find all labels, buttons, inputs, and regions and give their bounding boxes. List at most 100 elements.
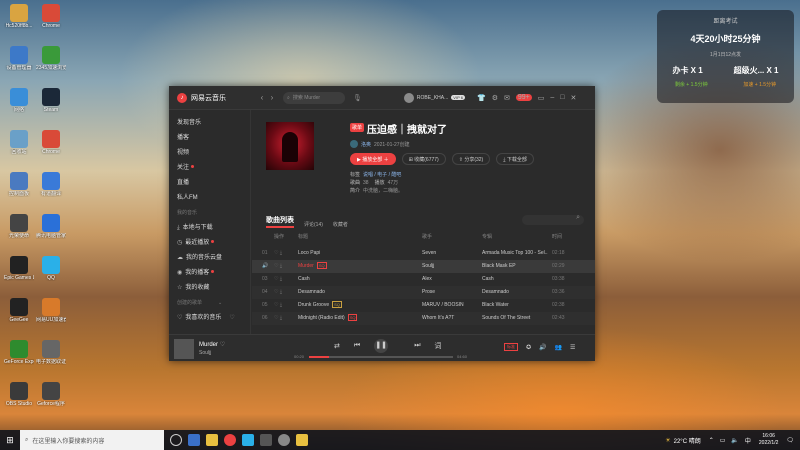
store-icon[interactable] — [242, 434, 254, 446]
folder-icon[interactable] — [296, 434, 308, 446]
col-title[interactable]: 标题 — [298, 233, 394, 240]
playlist-tags[interactable]: 说唱 / 电子 / 酷吧 — [363, 172, 401, 178]
track-title[interactable]: Desamnado — [298, 286, 394, 299]
table-row[interactable]: 06 ♡ ⤓ Midnight (Radio Edit) SQ Whom It's A?… — [252, 312, 595, 325]
desktop-icon[interactable]: GeeGee — [4, 298, 34, 323]
desktop-icon[interactable]: Chrome — [36, 130, 66, 155]
col-artist[interactable]: 歌手 — [422, 233, 478, 240]
desktop-icon[interactable]: Geforce程序 — [36, 382, 66, 407]
play-all-button[interactable]: ▶ 播放全部 ＋ — [350, 153, 396, 165]
sidebar-item-podcast[interactable]: 播客 — [169, 131, 250, 146]
creator-name[interactable]: 洛奥 — [361, 141, 371, 148]
desktop-icon[interactable]: Steam — [36, 88, 66, 113]
mini-mode-icon[interactable]: ▭ — [538, 94, 545, 102]
download-icon[interactable]: ⤓ — [278, 302, 282, 308]
sidebar-item-follow[interactable]: 关注 — [169, 161, 250, 176]
desktop-icon[interactable]: 光荣使命 — [4, 214, 34, 239]
playlist-queue-icon[interactable]: ☰ — [570, 344, 575, 351]
desktop-icon[interactable]: 电子数据取证 — [36, 340, 66, 365]
desktop-icon[interactable]: OBS Studio — [4, 382, 34, 407]
task-manager-icon[interactable] — [188, 434, 200, 446]
track-album[interactable]: Sounds Of The Street — [482, 312, 548, 325]
shuffle-icon[interactable]: ⇄ — [334, 342, 340, 350]
heart-mode-icon[interactable]: ♡ — [229, 315, 234, 321]
track-artist[interactable]: Prose — [422, 286, 478, 299]
close-icon[interactable]: ✕ — [571, 94, 577, 102]
sidebar-item-liked[interactable]: ♡ 我喜欢的音乐 ♡ — [169, 311, 250, 326]
sidebar-item-recent[interactable]: ◷ 最近播放 — [169, 236, 250, 251]
mic-icon[interactable]: 🎙 — [353, 94, 362, 102]
mail-icon[interactable]: ✉ — [504, 94, 510, 102]
desktop-icon[interactable]: 网络 — [4, 88, 34, 113]
table-row[interactable]: 01 ♡ ⤓ Loco Papi Seven Armada Music Top 100 … — [252, 247, 595, 260]
sidebar-item-fm[interactable]: 私人FM — [169, 191, 250, 206]
sidebar-item-local[interactable]: ⤓ 本地与下载 — [169, 221, 250, 236]
playlist-cover[interactable] — [266, 122, 314, 170]
effect-icon[interactable]: ✪ — [526, 344, 531, 351]
progress-bar[interactable] — [309, 356, 453, 358]
table-row[interactable]: 🔊 ♡ ⤓ Murder SQ Souljj Black Mask EP 02:29 — [252, 260, 595, 273]
lyrics-icon[interactable]: 词 — [435, 341, 442, 351]
table-row[interactable]: 04 ♡ ⤓ Desamnado Prose Desamnado 03:36 — [252, 286, 595, 299]
playlist-search-input[interactable]: ⌕ — [522, 214, 584, 225]
track-artist[interactable]: MARUV / BOOSIN — [422, 299, 478, 312]
sidebar-item-discover[interactable]: 发现音乐 — [169, 116, 250, 131]
track-title[interactable]: Cash — [298, 273, 394, 286]
download-all-button[interactable]: ⤓ 下载全部 — [496, 153, 534, 165]
next-icon[interactable]: ⏭ — [414, 342, 420, 350]
sidebar-item-live[interactable]: 直播 — [169, 176, 250, 191]
network-icon[interactable]: ▭ — [720, 437, 726, 444]
minimize-icon[interactable]: – — [550, 94, 554, 101]
like-icon[interactable]: ♡ — [220, 342, 225, 348]
quality-button[interactable]: 标准 — [504, 343, 518, 351]
track-title[interactable]: Loco Papi — [298, 247, 394, 260]
track-artist[interactable]: Alex — [422, 273, 478, 286]
share-button[interactable]: ⇪ 分享(32) — [451, 153, 491, 165]
netease-music-icon[interactable] — [224, 434, 236, 446]
windows-start-icon[interactable]: ⊞ — [0, 435, 20, 446]
desktop-icon[interactable]: Chrome — [36, 4, 66, 29]
previous-icon[interactable]: ⏮ — [354, 342, 360, 350]
shirt-icon[interactable]: 👕 — [477, 94, 486, 102]
steam-icon[interactable] — [260, 434, 272, 446]
track-album[interactable]: Cash — [482, 273, 548, 286]
volume-icon[interactable]: 🔈 — [731, 437, 738, 444]
sidebar-item-my-podcast[interactable]: ◉ 我的播客 — [169, 266, 250, 281]
weather-text[interactable]: 22°C 晴朗 — [674, 436, 701, 445]
back-icon[interactable]: ‹ — [257, 93, 267, 102]
track-album[interactable]: Desamnado — [482, 286, 548, 299]
desktop-icon[interactable]: 有道翻译 — [36, 172, 66, 197]
collect-button[interactable]: ⊞ 收藏(6777) — [401, 153, 446, 165]
now-playing-cover[interactable] — [174, 339, 194, 359]
table-row[interactable]: 03 ♡ ⤓ Cash Alex Cash 03:38 — [252, 273, 595, 286]
pause-button[interactable]: ❚❚ — [374, 339, 389, 353]
creator-avatar[interactable] — [350, 140, 358, 148]
sidebar-item-collection[interactable]: ☆ 我的收藏 — [169, 281, 250, 296]
maximize-icon[interactable]: □ — [560, 94, 564, 101]
clock[interactable]: 16:06 2022/1/2 — [759, 433, 778, 447]
desktop-icon[interactable]: QQ — [36, 256, 66, 281]
app-logo[interactable]: ♪ 网易云音乐 — [177, 92, 257, 103]
desktop-icon[interactable]: 腾讯电脑管家 — [36, 214, 66, 239]
taskbar-search-input[interactable]: ⌕ 在这里输入你要搜索的内容 — [20, 430, 164, 450]
track-title[interactable]: Drunk Groove SQ — [298, 299, 394, 312]
track-artist[interactable]: Whom It's A?T — [422, 312, 478, 325]
ime-indicator[interactable]: 中 — [745, 436, 751, 445]
widget-left-label[interactable]: 办卡 X 1 — [672, 65, 702, 76]
col-duration[interactable]: 时间 — [552, 233, 576, 240]
desktop-icon[interactable]: Epic Games Launcher — [4, 256, 34, 281]
tab-song-list[interactable]: 歌曲列表 — [266, 215, 294, 228]
track-album[interactable]: Armada Music Top 100 - Sel... — [482, 247, 548, 260]
sidebar-item-cloud[interactable]: ☁ 我的音乐云盘 — [169, 251, 250, 266]
user-profile[interactable]: ROBE_KHA... VIP 6 — [403, 92, 466, 103]
download-icon[interactable]: ⤓ — [278, 276, 282, 282]
download-icon[interactable]: ⤓ — [278, 315, 282, 321]
desktop-icon[interactable]: 控制面板 — [4, 172, 34, 197]
widget-right-label[interactable]: 超级火... X 1 — [734, 65, 779, 76]
sidebar-item-video[interactable]: 视频 — [169, 146, 250, 161]
track-artist[interactable]: Souljj — [422, 260, 478, 273]
task-view-icon[interactable] — [170, 434, 182, 446]
add-icon[interactable]: ＋ — [384, 157, 389, 163]
desktop-icon[interactable]: 2345加速浏览器 — [36, 46, 66, 71]
tab-collectors[interactable]: 收藏者 — [333, 221, 348, 228]
